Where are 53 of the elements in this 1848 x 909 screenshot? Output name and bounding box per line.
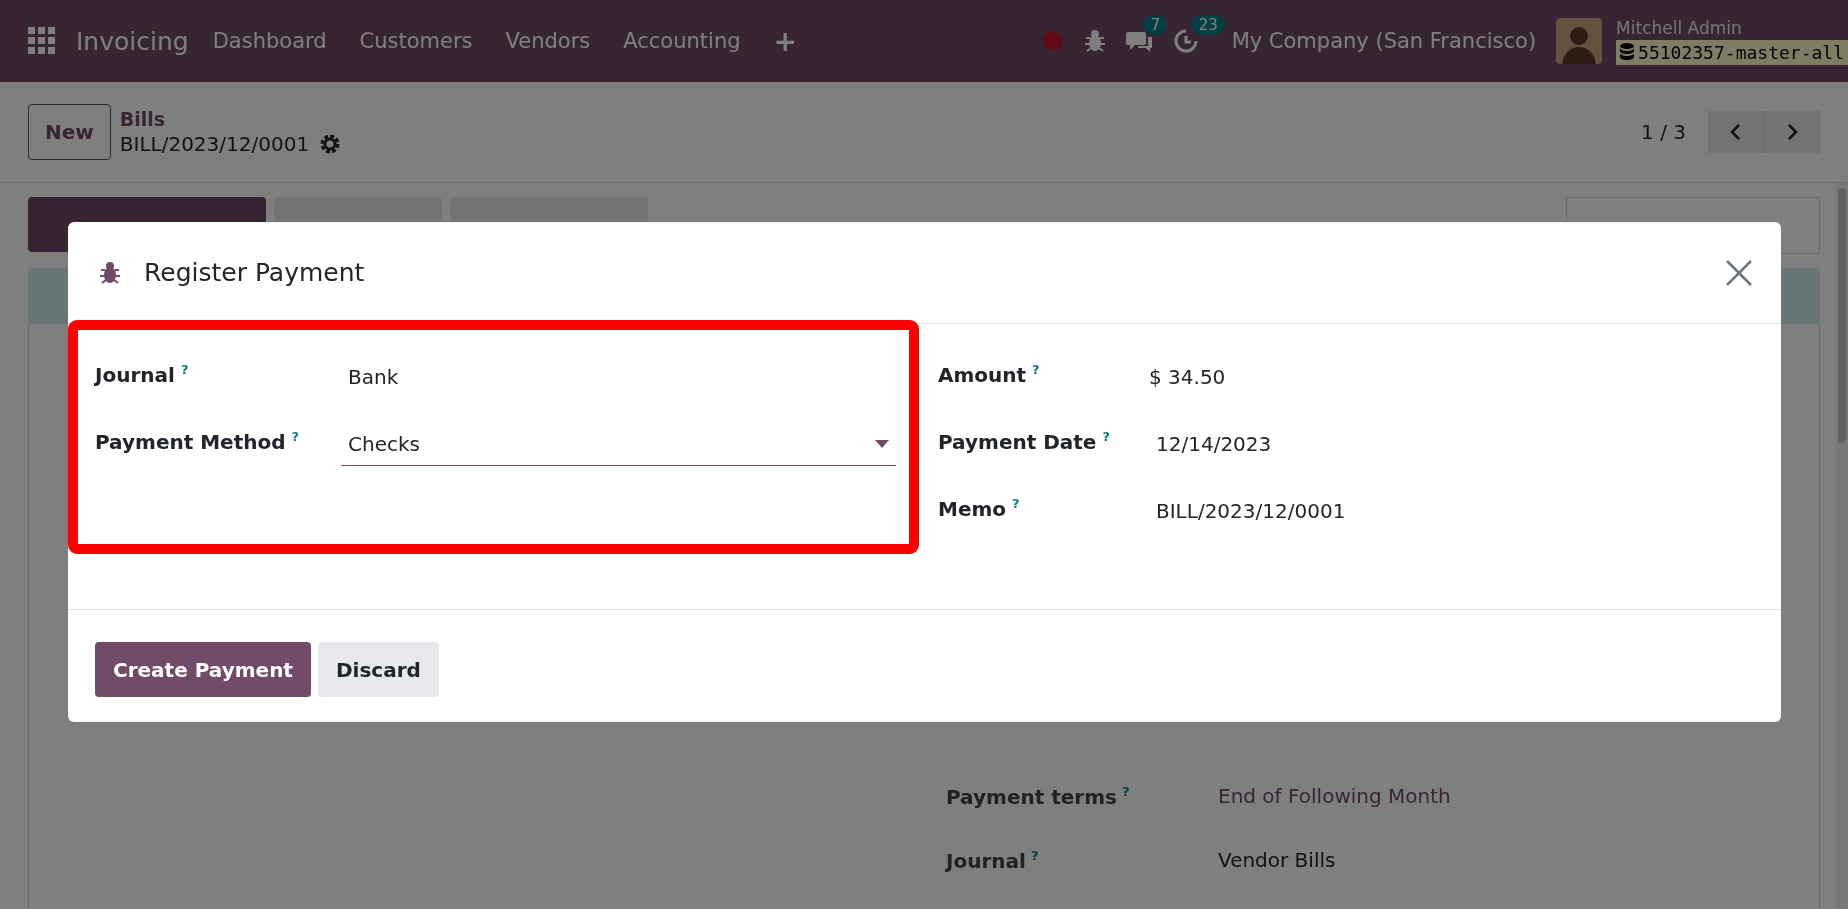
close-icon[interactable] bbox=[1725, 258, 1753, 287]
field-label: Amount bbox=[938, 362, 1027, 387]
menu-item[interactable]: Dashboard bbox=[212, 29, 327, 53]
bug-icon[interactable] bbox=[1083, 29, 1106, 53]
dialog-title: Register Payment bbox=[144, 258, 366, 287]
field-value: Bank bbox=[348, 364, 399, 389]
field-label: Journal bbox=[946, 848, 1026, 873]
new-button[interactable]: New bbox=[28, 104, 111, 160]
apps-menu-icon[interactable] bbox=[28, 27, 56, 55]
field-label: Memo bbox=[938, 496, 1007, 521]
bug-icon bbox=[98, 260, 122, 285]
input-field[interactable]: 12/14/2023 bbox=[1149, 421, 1272, 456]
input-field[interactable]: BILL/2023/12/0001 bbox=[1149, 488, 1346, 523]
menu-item[interactable]: Customers bbox=[359, 29, 473, 53]
discard-button[interactable]: Discard bbox=[317, 642, 439, 697]
field-label: Payment Date bbox=[938, 429, 1097, 454]
gear-icon[interactable] bbox=[319, 133, 342, 155]
avatar-icon[interactable] bbox=[1556, 18, 1603, 64]
create-payment-button[interactable]: Create Payment bbox=[95, 642, 311, 697]
count-badge: 7 bbox=[1143, 15, 1168, 35]
record-title: BILL/2023/12/0001 bbox=[119, 132, 310, 156]
breadcrumb-link[interactable]: Bills bbox=[119, 108, 342, 130]
menu-item[interactable]: Accounting bbox=[623, 29, 741, 53]
clock-icon[interactable] bbox=[1173, 29, 1198, 53]
help-icon[interactable]: ? bbox=[1012, 496, 1020, 511]
help-icon[interactable]: ? bbox=[1030, 847, 1039, 863]
select-value: Checks bbox=[348, 432, 420, 456]
select-field[interactable]: Checks bbox=[341, 421, 896, 466]
app-name[interactable]: Invoicing bbox=[76, 26, 189, 56]
record-dot-icon[interactable] bbox=[1041, 30, 1064, 52]
menu-item[interactable]: Vendors bbox=[505, 29, 591, 53]
field-label: Journal bbox=[95, 362, 175, 387]
database-name: 55102357-master-all bbox=[1638, 41, 1844, 63]
plus-icon[interactable]: + bbox=[773, 24, 797, 58]
company-switcher[interactable]: My Company (San Francisco) bbox=[1231, 29, 1537, 53]
help-icon[interactable]: ? bbox=[291, 429, 300, 444]
field-link[interactable]: End of Following Month bbox=[1218, 784, 1451, 808]
help-icon[interactable]: ? bbox=[1121, 783, 1130, 799]
pager-value[interactable]: 1 / 3 bbox=[1641, 120, 1686, 144]
field-value: Vendor Bills bbox=[1218, 848, 1336, 872]
user-name[interactable]: Mitchell Admin bbox=[1616, 17, 1848, 38]
field-label: Payment terms bbox=[946, 784, 1117, 809]
field-value: $ 34.50 bbox=[1149, 364, 1226, 389]
count-badge: 23 bbox=[1191, 15, 1225, 35]
database-icon bbox=[1620, 43, 1635, 61]
help-icon[interactable]: ? bbox=[1032, 362, 1040, 377]
field-label: Payment Method bbox=[95, 429, 286, 454]
chat-icon[interactable] bbox=[1125, 29, 1154, 53]
help-icon[interactable]: ? bbox=[1102, 429, 1110, 444]
caret-down-icon bbox=[875, 440, 889, 448]
scroll-thumb[interactable] bbox=[1838, 188, 1846, 443]
scroll-bar[interactable] bbox=[1836, 183, 1848, 909]
help-icon[interactable]: ? bbox=[180, 362, 189, 377]
